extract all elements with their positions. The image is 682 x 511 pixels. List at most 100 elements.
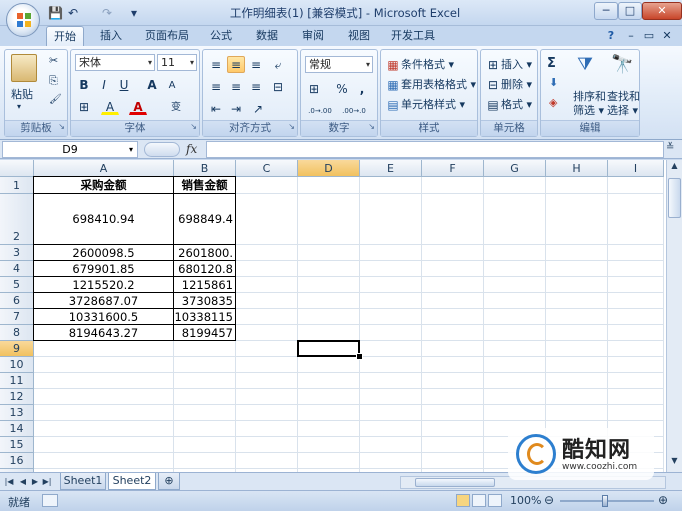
sort-filter-icon[interactable]: ⧩ xyxy=(577,54,593,75)
row-header-2[interactable]: 2 xyxy=(0,194,34,245)
increase-indent-icon[interactable]: ⇥ xyxy=(227,100,245,117)
column-header-a[interactable]: A xyxy=(34,160,174,177)
cell-f3[interactable] xyxy=(422,245,484,261)
row-header-5[interactable]: 5 xyxy=(0,277,34,293)
vertical-scroll-thumb[interactable] xyxy=(668,178,681,218)
cell-d10[interactable] xyxy=(298,357,360,373)
align-right-icon[interactable]: ≡ xyxy=(247,78,265,95)
vertical-scrollbar[interactable]: ▲ ▼ xyxy=(666,160,682,472)
insert-cells-button[interactable]: ⊞ 插入 ▾ xyxy=(485,56,532,73)
window-close-icon[interactable]: ✕ xyxy=(660,26,674,46)
cell-f6[interactable] xyxy=(422,293,484,309)
cell-f7[interactable] xyxy=(422,309,484,325)
cell-a1[interactable]: 采购金额 xyxy=(34,177,174,194)
dialog-launcher-icon[interactable]: ↘ xyxy=(190,119,197,134)
cell-d4[interactable] xyxy=(298,261,360,277)
cell-d13[interactable] xyxy=(298,405,360,421)
find-select-button-label[interactable]: 选择 ▾ xyxy=(607,102,638,118)
row-header-8[interactable]: 8 xyxy=(0,325,34,341)
cell-i1[interactable] xyxy=(608,177,664,194)
cell-i7[interactable] xyxy=(608,309,664,325)
cell-b6[interactable]: 3730835 xyxy=(174,293,236,309)
cell-g12[interactable] xyxy=(484,389,546,405)
cell-d6[interactable] xyxy=(298,293,360,309)
cell-g10[interactable] xyxy=(484,357,546,373)
minimize-button[interactable]: ─ xyxy=(594,2,618,20)
cell-i11[interactable] xyxy=(608,373,664,389)
customize-qat-icon[interactable]: ▾ xyxy=(128,5,140,21)
macro-record-icon[interactable] xyxy=(42,494,58,507)
cell-h2[interactable] xyxy=(546,194,608,245)
cell-c11[interactable] xyxy=(236,373,298,389)
cell-a16[interactable] xyxy=(34,453,174,469)
cut-icon[interactable]: ✂ xyxy=(49,54,58,67)
cell-c6[interactable] xyxy=(236,293,298,309)
cell-g9[interactable] xyxy=(484,341,546,357)
align-top-icon[interactable]: ≡ xyxy=(207,56,225,73)
cell-c12[interactable] xyxy=(236,389,298,405)
tab-data[interactable]: 数据 xyxy=(250,26,284,46)
cell-e6[interactable] xyxy=(360,293,422,309)
column-header-i[interactable]: I xyxy=(608,160,664,177)
align-left-icon[interactable]: ≡ xyxy=(207,78,225,95)
cell-e2[interactable] xyxy=(360,194,422,245)
fill-icon[interactable]: ⬇ xyxy=(549,76,558,89)
cell-i12[interactable] xyxy=(608,389,664,405)
row-header-1[interactable]: 1 xyxy=(0,177,34,194)
active-cell-selection[interactable] xyxy=(297,340,360,357)
formula-input[interactable] xyxy=(206,141,664,158)
border-button[interactable]: ⊞ xyxy=(75,98,93,115)
cell-e14[interactable] xyxy=(360,421,422,437)
cell-e5[interactable] xyxy=(360,277,422,293)
comma-button[interactable]: , xyxy=(353,80,371,97)
cell-e8[interactable] xyxy=(360,325,422,341)
column-header-b[interactable]: B xyxy=(174,160,236,177)
cell-f11[interactable] xyxy=(422,373,484,389)
cell-a12[interactable] xyxy=(34,389,174,405)
cell-c3[interactable] xyxy=(236,245,298,261)
cell-c8[interactable] xyxy=(236,325,298,341)
cell-b2[interactable]: 698849.4 xyxy=(174,194,236,245)
name-box-dropdown-icon[interactable]: ▾ xyxy=(129,142,133,157)
cell-b11[interactable] xyxy=(174,373,236,389)
cell-e9[interactable] xyxy=(360,341,422,357)
cell-f12[interactable] xyxy=(422,389,484,405)
cell-b16[interactable] xyxy=(174,453,236,469)
cell-f10[interactable] xyxy=(422,357,484,373)
cell-b5[interactable]: 1215861 xyxy=(174,277,236,293)
cell-a4[interactable]: 679901.85 xyxy=(34,261,174,277)
paste-dropdown-icon[interactable]: ▾ xyxy=(17,102,21,111)
scroll-down-icon[interactable]: ▼ xyxy=(668,456,681,469)
cell-g4[interactable] xyxy=(484,261,546,277)
autosum-icon[interactable]: Σ xyxy=(547,56,556,71)
row-header-12[interactable]: 12 xyxy=(0,389,34,405)
cell-i10[interactable] xyxy=(608,357,664,373)
cell-f14[interactable] xyxy=(422,421,484,437)
cell-g7[interactable] xyxy=(484,309,546,325)
zoom-in-icon[interactable]: ⊕ xyxy=(658,493,668,507)
column-header-h[interactable]: H xyxy=(546,160,608,177)
cell-c1[interactable] xyxy=(236,177,298,194)
undo-icon[interactable]: ↶ xyxy=(66,5,80,21)
cell-a9[interactable] xyxy=(34,341,174,357)
cell-g11[interactable] xyxy=(484,373,546,389)
sheet-tab-sheet1[interactable]: Sheet1 xyxy=(60,473,106,490)
cell-i13[interactable] xyxy=(608,405,664,421)
delete-cells-button[interactable]: ⊟ 删除 ▾ xyxy=(485,76,532,93)
cell-d3[interactable] xyxy=(298,245,360,261)
row-header-9[interactable]: 9 xyxy=(0,341,34,357)
cell-f16[interactable] xyxy=(422,453,484,469)
close-button[interactable]: ✕ xyxy=(642,2,682,20)
cell-b8[interactable]: 8199457 xyxy=(174,325,236,341)
wrap-text-icon[interactable]: ⤶ xyxy=(269,56,287,73)
cell-c2[interactable] xyxy=(236,194,298,245)
cell-c16[interactable] xyxy=(236,453,298,469)
cell-h12[interactable] xyxy=(546,389,608,405)
dialog-launcher-icon[interactable]: ↘ xyxy=(288,119,295,134)
tab-view[interactable]: 视图 xyxy=(342,26,376,46)
cell-a15[interactable] xyxy=(34,437,174,453)
column-header-f[interactable]: F xyxy=(422,160,484,177)
sheet-tab-sheet2[interactable]: Sheet2 xyxy=(108,473,156,490)
cell-d12[interactable] xyxy=(298,389,360,405)
cell-e1[interactable] xyxy=(360,177,422,194)
